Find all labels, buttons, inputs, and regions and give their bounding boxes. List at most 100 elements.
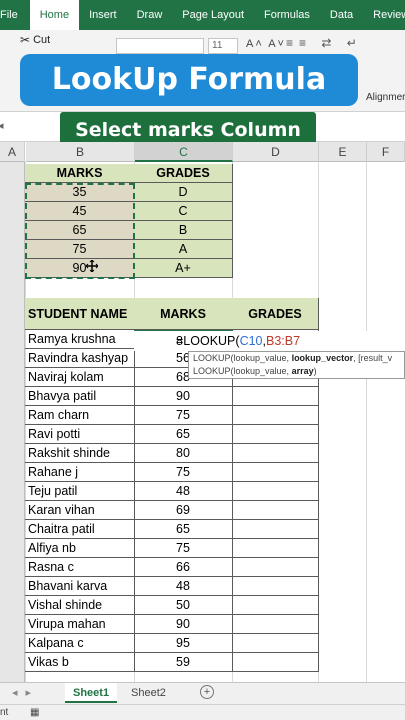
grade-table-header-grades[interactable]: GRADES [134,164,233,183]
grade-table-grade-cell[interactable]: D [134,183,233,202]
grade-table-marks-cell[interactable]: 35 [25,183,135,202]
grade-table-grade-cell[interactable]: A [134,240,233,259]
column-header-a[interactable]: A [0,142,25,162]
tab-formulas[interactable]: Formulas [254,0,320,30]
sheet-nav-arrows-icon[interactable]: ◂▸ [12,686,39,699]
student-name-cell[interactable]: Chaitra patil [25,520,135,539]
student-grade-cell[interactable] [232,463,319,482]
row-header-strip [0,162,25,682]
grade-table-grade-cell[interactable]: B [134,221,233,240]
student-grade-cell[interactable] [232,387,319,406]
formula-function: =LOOKUP( [176,334,240,348]
student-marks-cell[interactable]: 66 [134,558,233,577]
student-grade-cell[interactable] [232,444,319,463]
student-name-cell[interactable]: Ramya krushna [25,330,135,349]
font-size-dropdown[interactable]: 11 [208,38,238,54]
grade-table-marks-cell[interactable]: 65 [25,221,135,240]
move-cursor-icon [86,260,98,272]
in-cell-formula[interactable]: =LOOKUP(C10,B3:B7 [134,331,374,351]
student-marks-cell[interactable]: 95 [134,634,233,653]
student-grade-cell[interactable] [232,653,319,672]
student-grade-cell[interactable] [232,634,319,653]
student-grade-cell[interactable] [232,482,319,501]
student-name-cell[interactable]: Vikas b [25,653,135,672]
student-name-cell[interactable]: Vishal shinde [25,596,135,615]
student-name-cell[interactable]: Rakshit shinde [25,444,135,463]
add-sheet-icon[interactable]: + [200,685,214,699]
student-marks-cell[interactable]: 69 [134,501,233,520]
student-name-cell[interactable]: Ram charn [25,406,135,425]
font-grow-shrink-icon[interactable]: A˄ A˅ [246,38,286,50]
student-grade-cell[interactable] [232,615,319,634]
name-box-edge: ◂ [0,120,4,132]
tab-review[interactable]: Review [363,0,405,30]
grade-table-grade-cell[interactable]: A+ [134,259,233,278]
grade-table-marks-cell[interactable]: 45 [25,202,135,221]
column-header-c[interactable]: C [135,142,233,162]
student-marks-cell[interactable]: 75 [134,539,233,558]
tooltip-line-vector[interactable]: LOOKUP(lookup_value, lookup_vector, [res… [193,352,404,365]
student-name-cell[interactable]: Ravi potti [25,425,135,444]
column-header-e[interactable]: E [319,142,367,162]
grade-table-marks-cell[interactable]: 75 [25,240,135,259]
cut-button[interactable]: ✂ Cut [20,33,50,47]
student-grade-cell[interactable] [232,558,319,577]
student-table-header-name[interactable]: STUDENT NAME [25,298,135,330]
student-grade-cell[interactable] [232,577,319,596]
student-marks-cell[interactable]: 65 [134,425,233,444]
student-name-cell[interactable]: Kalpana c [25,634,135,653]
student-grade-cell[interactable] [232,520,319,539]
status-text: nt [0,707,9,718]
student-grade-cell[interactable] [232,539,319,558]
status-bar: nt ▦ [0,704,405,720]
student-marks-cell[interactable]: 48 [134,482,233,501]
tab-file[interactable]: File [0,0,30,30]
student-name-cell[interactable]: Virupa mahan [25,615,135,634]
tab-insert[interactable]: Insert [79,0,127,30]
formula-ref-range: B3:B7 [265,334,301,348]
tab-data[interactable]: Data [320,0,363,30]
student-marks-cell[interactable]: 50 [134,596,233,615]
student-name-cell[interactable]: Rahane j [25,463,135,482]
student-name-cell[interactable]: Bhavya patil [25,387,135,406]
student-name-cell[interactable]: Teju patil [25,482,135,501]
grade-table-header-marks[interactable]: MARKS [25,164,135,183]
student-marks-cell[interactable]: 59 [134,653,233,672]
sheet-tab-bar: ◂▸ Sheet1 Sheet2 + [0,682,405,704]
cell-mode-icon: ▦ [30,707,40,718]
tab-home[interactable]: Home [29,0,80,30]
sheet-tab-sheet2[interactable]: Sheet2 [123,683,174,703]
sheet-tab-sheet1[interactable]: Sheet1 [65,683,118,703]
font-name-dropdown[interactable] [116,38,204,54]
student-name-cell[interactable]: Alfiya nb [25,539,135,558]
tab-page-layout[interactable]: Page Layout [172,0,254,30]
student-table-header-marks[interactable]: MARKS [134,298,233,330]
grade-table-marks-cell[interactable]: 90 [25,259,135,278]
student-grade-cell[interactable] [232,406,319,425]
column-header-b[interactable]: B [26,142,135,162]
tooltip-line-array[interactable]: LOOKUP(lookup_value, array) [193,365,404,378]
column-header-d[interactable]: D [233,142,319,162]
student-name-cell[interactable]: Karan vihan [25,501,135,520]
student-grade-cell[interactable] [232,425,319,444]
tab-draw[interactable]: Draw [127,0,173,30]
student-marks-cell[interactable]: 80 [134,444,233,463]
student-marks-cell[interactable]: 90 [134,387,233,406]
student-marks-cell[interactable]: 48 [134,577,233,596]
student-grade-cell[interactable] [232,596,319,615]
student-name-cell[interactable]: Naviraj kolam [25,368,135,387]
student-name-cell[interactable]: Rasna c [25,558,135,577]
student-grade-cell[interactable] [232,501,319,520]
alignment-icons[interactable]: ≡≡ ⇄ ↵ [286,36,363,50]
student-marks-cell[interactable]: 90 [134,615,233,634]
student-name-cell[interactable]: Ravindra kashyap [25,349,135,368]
column-header-f[interactable]: F [367,142,405,162]
student-marks-cell[interactable]: 65 [134,520,233,539]
student-marks-cell[interactable]: 75 [134,406,233,425]
student-table-header-grades[interactable]: GRADES [232,298,319,330]
scissors-icon: ✂ [20,33,31,47]
grade-table-grade-cell[interactable]: C [134,202,233,221]
student-marks-cell[interactable]: 75 [134,463,233,482]
student-name-cell[interactable]: Bhavani karva [25,577,135,596]
alignment-group-label: Alignmer [366,92,405,103]
